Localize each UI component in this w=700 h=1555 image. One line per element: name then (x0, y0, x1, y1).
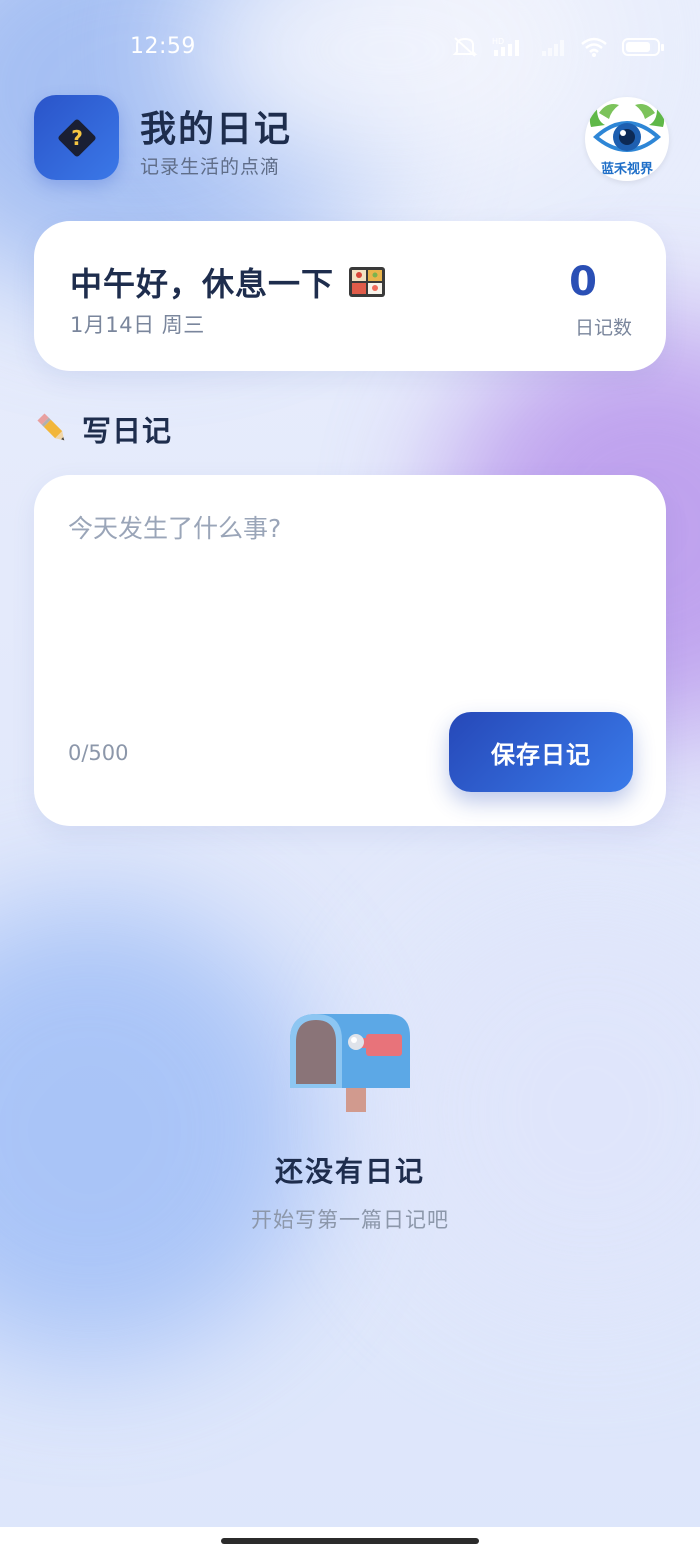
greeting-label: 中午好，休息一下 (70, 265, 335, 303)
battery-icon (622, 38, 664, 56)
signal-icon (540, 36, 566, 58)
greeting-text: 中午好，休息一下 (70, 259, 386, 305)
page-title: 我的日记 (140, 109, 293, 150)
status-bar: 12:59 HD (0, 0, 700, 96)
write-card: 0/500 保存日记 (34, 475, 666, 826)
empty-state-subtitle: 开始写第一篇日记吧 (251, 1208, 449, 1232)
brand-logo-text: 蓝禾视界 (601, 161, 653, 177)
mailbox-icon (290, 1014, 410, 1112)
page-subtitle: 记录生活的点滴 (140, 156, 281, 178)
bento-box-icon (349, 267, 386, 297)
svg-text:HD: HD (492, 37, 504, 46)
signal-hd-icon: HD (492, 36, 526, 58)
diary-input[interactable] (68, 509, 628, 709)
mute-icon (452, 36, 478, 58)
home-indicator[interactable] (221, 1538, 479, 1544)
wifi-icon (580, 36, 608, 58)
date-text: 1月14日 周三 (70, 313, 205, 337)
write-section-title: 写日记 (34, 408, 172, 450)
pencil-icon (37, 413, 65, 441)
greeting-card: 中午好，休息一下 1月14日 周三 0 日记数 (34, 221, 666, 371)
help-diamond-icon: ? (57, 118, 96, 157)
svg-text:?: ? (71, 126, 83, 150)
brand-logo[interactable]: 蓝禾视界 (585, 97, 669, 181)
diary-count-label: 日记数 (574, 317, 632, 339)
eye-logo-icon: 蓝禾视界 (589, 104, 665, 177)
diary-count: 0 (569, 259, 597, 305)
app-icon: ? (34, 95, 119, 180)
empty-state-title: 还没有日记 (274, 1155, 425, 1188)
status-icons: HD (452, 36, 664, 58)
char-counter: 0/500 (68, 741, 129, 765)
write-section-label: 写日记 (82, 414, 173, 448)
status-time: 12:59 (130, 34, 196, 59)
save-diary-button[interactable]: 保存日记 (449, 712, 633, 792)
